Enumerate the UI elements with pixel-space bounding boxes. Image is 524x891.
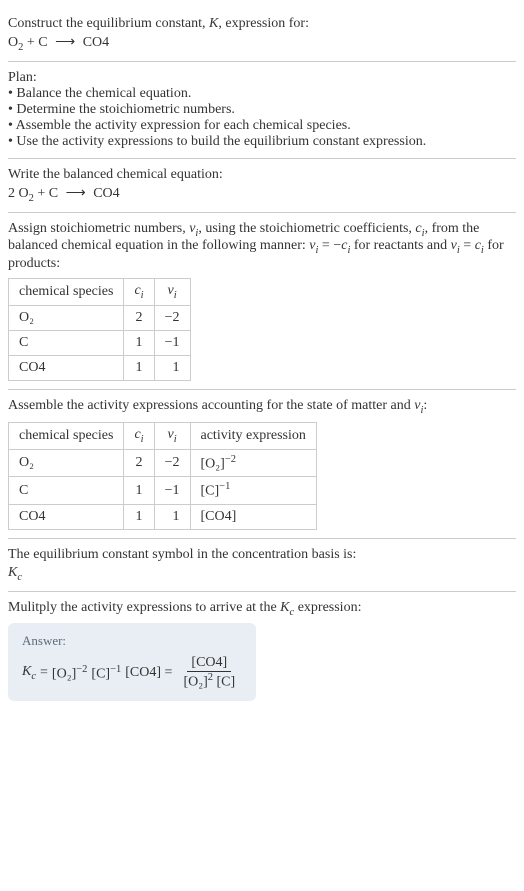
- plan-item: Use the activity expressions to build th…: [8, 134, 516, 150]
- eq-right: CO4: [79, 35, 109, 50]
- cell-c: 2: [124, 305, 154, 330]
- col-activity: activity expression: [190, 422, 316, 449]
- cell-expr: [O₂]−2: [190, 449, 316, 477]
- col-ci: ci: [124, 422, 154, 449]
- arrow-icon: ⟶: [62, 186, 90, 201]
- cell-expr: [C]−1: [190, 477, 316, 505]
- frac-denominator: [O₂]2 [C]: [179, 672, 239, 691]
- assign-text: Assign stoichiometric numbers, νi, using…: [8, 221, 516, 273]
- fraction: [CO4] [O₂]2 [C]: [179, 655, 239, 691]
- table-row: C 1 −1 [C]−1: [9, 477, 317, 505]
- eq-plus-c: + C: [23, 35, 51, 50]
- table-row: C 1 −1: [9, 330, 191, 355]
- table-row: CO4 1 1 [CO4]: [9, 504, 317, 529]
- frac-numerator: [CO4]: [187, 655, 231, 672]
- table-header-row: chemical species ci νi: [9, 279, 191, 306]
- cell-species: O₂: [9, 449, 124, 477]
- cell-species: O₂: [9, 305, 124, 330]
- plan-item: Balance the chemical equation.: [8, 86, 516, 102]
- answer-formula: Kc = [O₂]−2 [C]−1 [CO4] = [CO4] [O₂]2 [C…: [22, 655, 242, 691]
- balanced-section: Write the balanced chemical equation: 2 …: [8, 159, 516, 213]
- activity-table: chemical species ci νi activity expressi…: [8, 422, 317, 530]
- cell-species: C: [9, 330, 124, 355]
- table-row: O₂ 2 −2: [9, 305, 191, 330]
- col-nui: νi: [154, 422, 190, 449]
- cell-c: 2: [124, 449, 154, 477]
- symbol-text: The equilibrium constant symbol in the c…: [8, 547, 516, 563]
- cell-nu: −1: [154, 477, 190, 505]
- cell-nu: −2: [154, 449, 190, 477]
- table-row: O₂ 2 −2 [O₂]−2: [9, 449, 317, 477]
- multiply-section: Mulitply the activity expressions to arr…: [8, 592, 516, 709]
- intro-text-part1: Construct the equilibrium constant,: [8, 16, 209, 31]
- assemble-section: Assemble the activity expressions accoun…: [8, 390, 516, 539]
- table-row: CO4 1 1: [9, 355, 191, 380]
- multiply-text: Mulitply the activity expressions to arr…: [8, 600, 516, 618]
- term-co4-eq: [CO4] =: [125, 665, 172, 681]
- balanced-equation: 2 O2 + C ⟶ CO4: [8, 185, 516, 204]
- cell-nu: −2: [154, 305, 190, 330]
- beq-pre: 2 O: [8, 186, 29, 201]
- cell-c: 1: [124, 477, 154, 505]
- answer-label: Answer:: [22, 633, 242, 649]
- plan-item: Determine the stoichiometric numbers.: [8, 102, 516, 118]
- col-ci: ci: [124, 279, 154, 306]
- cell-c: 1: [124, 330, 154, 355]
- col-species: chemical species: [9, 279, 124, 306]
- kc-symbol: Kc: [8, 565, 516, 583]
- answer-box: Answer: Kc = [O₂]−2 [C]−1 [CO4] = [CO4] …: [8, 623, 256, 701]
- intro-text-part2: , expression for:: [218, 16, 309, 31]
- intro-equation: O2 + C ⟶ CO4: [8, 34, 516, 53]
- col-nui: νi: [154, 279, 190, 306]
- cell-species: CO4: [9, 504, 124, 529]
- intro-K: K: [209, 16, 218, 31]
- plan-heading: Plan:: [8, 70, 516, 86]
- beq-mid: + C: [34, 186, 62, 201]
- intro-section: Construct the equilibrium constant, K, e…: [8, 8, 516, 62]
- kc-lhs: Kc: [22, 664, 36, 682]
- arrow-icon: ⟶: [51, 35, 79, 50]
- symbol-section: The equilibrium constant symbol in the c…: [8, 539, 516, 592]
- plan-item: Assemble the activity expression for eac…: [8, 118, 516, 134]
- cell-nu: 1: [154, 355, 190, 380]
- eq-O2: O: [8, 35, 18, 50]
- cell-species: C: [9, 477, 124, 505]
- plan-section: Plan: Balance the chemical equation. Det…: [8, 62, 516, 159]
- table-header-row: chemical species ci νi activity expressi…: [9, 422, 317, 449]
- balanced-heading: Write the balanced chemical equation:: [8, 167, 516, 183]
- cell-species: CO4: [9, 355, 124, 380]
- cell-c: 1: [124, 355, 154, 380]
- col-species: chemical species: [9, 422, 124, 449]
- plan-list: Balance the chemical equation. Determine…: [8, 86, 516, 150]
- cell-nu: −1: [154, 330, 190, 355]
- intro-text: Construct the equilibrium constant, K, e…: [8, 16, 516, 32]
- term-c: [C]−1: [91, 664, 121, 683]
- term-o2: [O₂]−2: [52, 664, 88, 683]
- stoich-table: chemical species ci νi O₂ 2 −2 C 1 −1 CO…: [8, 278, 191, 381]
- cell-nu: 1: [154, 504, 190, 529]
- beq-end: CO4: [90, 186, 120, 201]
- cell-expr: [CO4]: [190, 504, 316, 529]
- cell-c: 1: [124, 504, 154, 529]
- assign-section: Assign stoichiometric numbers, νi, using…: [8, 213, 516, 390]
- assemble-text: Assemble the activity expressions accoun…: [8, 398, 516, 416]
